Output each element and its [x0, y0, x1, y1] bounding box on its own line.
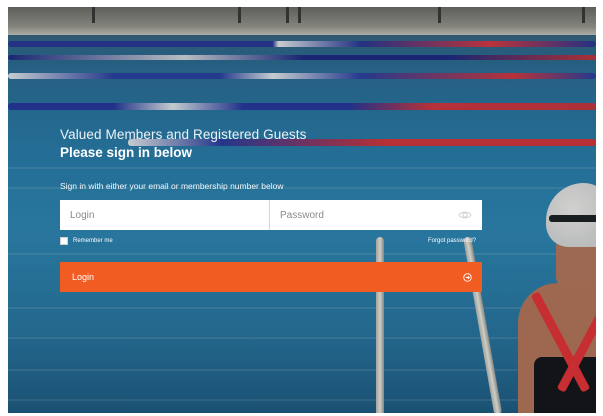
remember-me-label: Remember me: [73, 238, 113, 244]
login-page: Valued Members and Registered Guests Ple…: [8, 7, 596, 413]
eye-icon[interactable]: [458, 210, 472, 220]
password-field-container: [270, 200, 482, 230]
remember-me-checkbox[interactable]: [60, 237, 68, 245]
page-headline: Valued Members and Registered Guests: [60, 127, 307, 142]
login-input[interactable]: [60, 200, 269, 230]
page-subheadline: Please sign in below: [60, 145, 193, 160]
password-input[interactable]: [270, 200, 482, 230]
forgot-password-link[interactable]: Forgot password?: [428, 238, 476, 244]
remember-me[interactable]: Remember me: [60, 237, 113, 245]
arrow-right-circle-icon: [463, 272, 472, 282]
sign-in-instruction: Sign in with either your email or member…: [60, 181, 284, 191]
login-field-container: [60, 200, 270, 230]
login-button[interactable]: Login: [60, 262, 482, 292]
login-button-label: Login: [72, 272, 95, 282]
